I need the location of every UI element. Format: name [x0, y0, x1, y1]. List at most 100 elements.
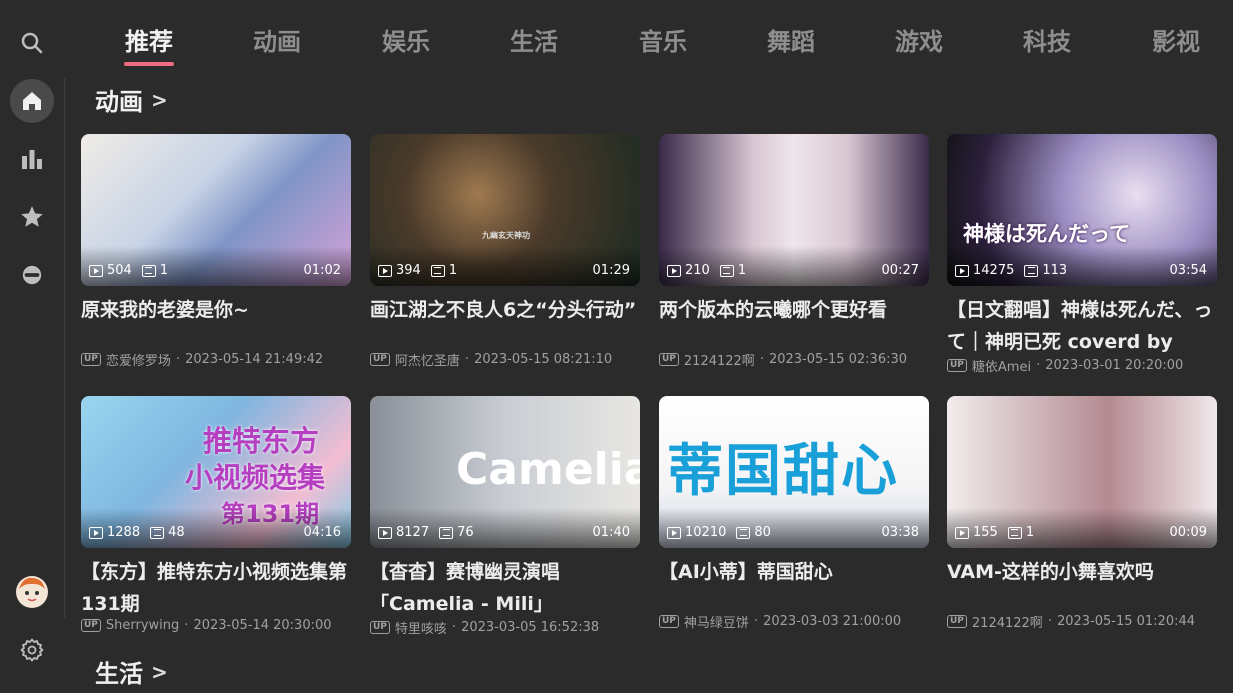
danmaku-count: 48 — [168, 525, 185, 540]
sidebar-item-home[interactable] — [10, 79, 54, 123]
danmaku-count: 76 — [457, 525, 474, 540]
view-count: 210 — [685, 263, 710, 278]
meta-separator: · — [1036, 358, 1041, 373]
uploader-name: Sherrywing — [105, 618, 180, 633]
sidebar-item-anime[interactable] — [10, 253, 54, 297]
thumbnail-caption: 蒂国甜心 — [667, 439, 899, 504]
tab-label: 科技 — [1023, 28, 1071, 56]
up-badge: UP — [659, 353, 679, 366]
video-meta: UP 糖依Amei · 2023-03-01 20:20:00 — [947, 356, 1183, 375]
video-duration: 03:54 — [1169, 263, 1207, 278]
search-icon — [21, 32, 43, 54]
video-stats: 210 1 — [667, 263, 752, 278]
tab-movies[interactable]: 影视 — [1136, 22, 1216, 62]
video-thumbnail: 推特东方 小视频选集 第131期 128848 04:16 — [81, 396, 351, 548]
danmaku-count: 1 — [1025, 525, 1035, 540]
danmaku-icon — [1007, 526, 1022, 539]
bar-chart-icon — [22, 150, 42, 169]
video-thumbnail: Camelia 8127 76 01:40 — [370, 396, 640, 548]
upload-date: 2023-05-15 01:20:44 — [1056, 614, 1196, 629]
video-thumbnail: 504 1 01:02 — [81, 134, 351, 286]
video-stats: 155 1 — [955, 525, 1040, 540]
view-count: 8127 — [396, 525, 430, 540]
video-thumbnail: 神様は死んだって 14275 113 03:54 — [947, 134, 1217, 286]
helmet-icon — [22, 265, 42, 285]
settings-button[interactable] — [10, 628, 54, 672]
upload-date: 2023-03-05 16:52:38 — [461, 620, 600, 635]
video-title: 【AI小蒂】蒂国甜心 — [659, 561, 833, 583]
video-card[interactable]: 504 1 01:02 原来我的老婆是你~ UP 恋爱修罗场 · 2023-05-14 … — [81, 134, 351, 384]
danmaku-count: 1 — [448, 263, 458, 278]
video-card[interactable]: Camelia 8127 76 01:40 【杳杳】赛博幽灵演唱「Camelia … — [370, 396, 640, 646]
danmaku-icon — [719, 264, 734, 277]
video-card[interactable]: 神様は死んだって 14275 113 03:54 【日文翻唱】神様は死んだ、って｜… — [947, 134, 1217, 384]
danmaku-count: 113 — [1042, 263, 1068, 278]
section-title-anime[interactable]: 动画 > — [95, 82, 168, 117]
section-title-text: 生活 — [95, 660, 143, 688]
meta-separator: · — [1047, 614, 1052, 629]
user-avatar-button[interactable] — [10, 570, 54, 614]
tab-label: 游戏 — [895, 28, 943, 56]
uploader-name: 特里咳咳 — [394, 622, 447, 637]
view-count: 10210 — [685, 525, 727, 540]
play-count-icon — [89, 264, 103, 277]
video-title: 【东方】推特东方小视频选集第131期 — [81, 561, 348, 615]
star-icon — [21, 206, 43, 227]
search-button[interactable] — [10, 21, 54, 65]
video-stats: 8127 76 — [378, 525, 480, 540]
sidebar-item-ranking[interactable] — [10, 137, 54, 181]
tab-game[interactable]: 游戏 — [879, 22, 959, 62]
tab-entertainment[interactable]: 娱乐 — [366, 22, 446, 62]
upload-date: 2023-05-14 21:49:42 — [185, 352, 324, 367]
video-meta: UP Sherrywing · 2023-05-14 20:30:00 — [81, 618, 332, 633]
video-card[interactable]: 九幽玄天神功 394 1 01:29 画江湖之不良人6之“分头行动” UP 阿杰忆圣… — [370, 134, 640, 384]
video-thumbnail: 155 1 00:09 — [947, 396, 1217, 548]
tab-label: 娱乐 — [382, 28, 430, 56]
sidebar-item-favorites[interactable] — [10, 195, 54, 239]
tab-music[interactable]: 音乐 — [623, 22, 703, 62]
play-count-icon — [378, 526, 392, 539]
tab-tech[interactable]: 科技 — [1007, 22, 1087, 62]
video-stats: 14275 113 — [955, 263, 1073, 278]
sidebar-divider — [64, 78, 65, 618]
view-count: 504 — [107, 263, 132, 278]
thumbnail-caption: 神様は死んだって — [963, 222, 1130, 246]
play-count-icon — [667, 526, 681, 539]
video-meta: UP 2124122啊 · 2023-05-15 01:20:44 — [947, 612, 1195, 631]
upload-date: 2023-03-03 21:00:00 — [763, 614, 902, 629]
video-title: VAM-这样的小舞喜欢吗 — [947, 561, 1154, 583]
danmaku-icon — [430, 264, 445, 277]
meta-separator: · — [464, 352, 470, 367]
video-meta: UP 神马绿豆饼 · 2023-03-03 21:00:00 — [659, 612, 901, 631]
category-tabs: 推荐 动画 娱乐 生活 音乐 舞蹈 游戏 科技 影视 — [66, 0, 1233, 78]
meta-separator: · — [451, 620, 457, 635]
video-stats: 1288 48 — [89, 525, 191, 540]
tab-life[interactable]: 生活 — [494, 22, 574, 62]
danmaku-icon — [1024, 264, 1039, 277]
tab-recommend[interactable]: 推荐 — [109, 22, 189, 66]
danmaku-count: 1 — [159, 263, 169, 278]
video-card[interactable]: 155 1 00:09 VAM-这样的小舞喜欢吗 UP 2124122啊 · 2023-… — [947, 396, 1217, 646]
video-meta: UP 特里咳咳 · 2023-03-05 16:52:38 — [370, 618, 599, 637]
video-meta: UP 恋爱修罗场 · 2023-05-14 21:49:42 — [81, 350, 323, 369]
up-badge: UP — [81, 353, 101, 366]
meta-separator: · — [759, 352, 764, 367]
video-card[interactable]: 推特东方 小视频选集 第131期 128848 04:16 【东方】推特东方小视… — [81, 396, 351, 646]
tab-label: 生活 — [510, 28, 558, 56]
video-stats: 10210 80 — [667, 525, 777, 540]
video-card[interactable]: 蒂国甜心 10210 80 03:38 【AI小蒂】蒂国甜心 UP 神马绿豆饼 · 20… — [659, 396, 929, 646]
chevron-right-icon: > — [151, 87, 168, 112]
section-title-text: 动画 — [95, 88, 143, 116]
up-badge: UP — [659, 615, 679, 628]
uploader-name: 2124122啊 — [683, 354, 755, 369]
tab-anime[interactable]: 动画 — [237, 22, 317, 62]
play-count-icon — [378, 264, 392, 277]
up-badge: UP — [370, 621, 390, 634]
meta-separator: · — [175, 352, 181, 367]
video-duration: 01:02 — [303, 263, 341, 278]
sidebar — [0, 0, 66, 693]
video-card[interactable]: 210 1 00:27 两个版本的云曦哪个更好看 UP 2124122啊 · 2023-… — [659, 134, 929, 384]
tab-dance[interactable]: 舞蹈 — [751, 22, 831, 62]
meta-separator: · — [184, 618, 189, 633]
section-title-life[interactable]: 生活 > — [95, 654, 168, 689]
